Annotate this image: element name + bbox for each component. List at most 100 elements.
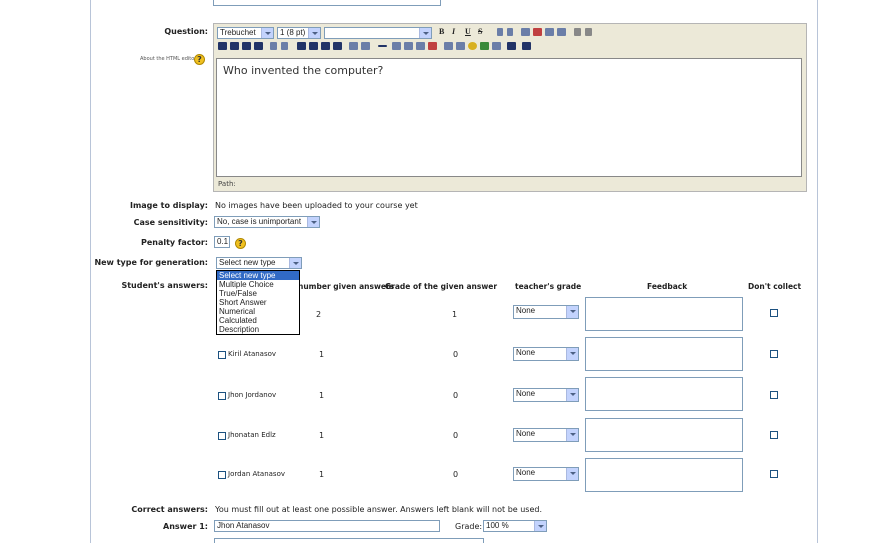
superscript-icon[interactable] — [507, 28, 513, 36]
search-replace-icon[interactable] — [492, 42, 501, 50]
grade-select[interactable]: 100 % — [483, 520, 547, 532]
chevron-down-icon — [307, 217, 319, 227]
answer1-input[interactable]: Jhon Atanasov — [214, 520, 440, 532]
justify-icon[interactable] — [254, 42, 263, 50]
type-option[interactable]: True/False — [217, 289, 299, 298]
nolink-icon[interactable] — [428, 42, 437, 50]
given-count: 2 — [316, 310, 322, 319]
correct-answers-text: You must fill out at least one possible … — [215, 505, 543, 514]
heading-select[interactable] — [324, 27, 432, 39]
image-icon[interactable] — [444, 42, 453, 50]
case-label: Case sensitivity: — [133, 218, 208, 227]
cut-icon[interactable] — [533, 28, 542, 36]
given-grade: 0 — [453, 431, 459, 440]
chevron-down-icon — [566, 306, 578, 318]
student-checkbox[interactable] — [218, 432, 226, 440]
new-type-dropdown-list: Select new type Multiple Choice True/Fal… — [216, 270, 300, 335]
student-name: Jhonatan Edlz — [228, 431, 276, 439]
text-color-icon[interactable] — [349, 42, 358, 50]
type-option[interactable]: Multiple Choice — [217, 280, 299, 289]
fullscreen-icon[interactable] — [522, 42, 531, 50]
question-text: Who invented the computer? — [223, 64, 384, 77]
student-checkbox[interactable] — [218, 392, 226, 400]
paste-icon[interactable] — [545, 28, 554, 36]
feedback-textarea[interactable] — [585, 297, 743, 331]
given-count: 1 — [319, 431, 325, 440]
align-center-icon[interactable] — [230, 42, 239, 50]
penalty-input[interactable]: 0.1 — [214, 236, 230, 248]
dont-collect-checkbox[interactable] — [770, 470, 778, 478]
teacher-grade-select[interactable]: None — [513, 347, 579, 361]
italic-button[interactable]: I — [452, 27, 455, 36]
teacher-grade-select[interactable]: None — [513, 428, 579, 442]
feedback-textarea[interactable] — [585, 377, 743, 411]
about-editor-link[interactable]: About the HTML editor — [140, 56, 196, 62]
student-checkbox[interactable] — [218, 471, 226, 479]
given-grade: 0 — [453, 470, 459, 479]
rtl-icon[interactable] — [281, 42, 288, 50]
new-type-label: New type for generation: — [94, 258, 208, 267]
strike-button[interactable]: S — [478, 27, 482, 36]
dont-collect-checkbox[interactable] — [770, 309, 778, 317]
type-option[interactable]: Calculated — [217, 316, 299, 325]
html-editor: Trebuchet 1 (8 pt) B I U S Who invented … — [213, 23, 807, 192]
feedback-textarea[interactable] — [585, 418, 743, 452]
bg-color-icon[interactable] — [361, 42, 370, 50]
ordered-list-icon[interactable] — [297, 42, 306, 50]
given-count: 1 — [319, 350, 325, 359]
editor-content[interactable]: Who invented the computer? — [216, 58, 802, 177]
copy-icon[interactable] — [521, 28, 530, 36]
type-option[interactable]: Description — [217, 325, 299, 334]
ltr-icon[interactable] — [270, 42, 277, 50]
given-grade: 0 — [453, 391, 459, 400]
case-select[interactable]: No, case is unimportant — [214, 216, 320, 228]
indent-icon[interactable] — [333, 42, 342, 50]
partial-top-field[interactable] — [213, 0, 441, 6]
html-source-icon[interactable] — [507, 42, 516, 50]
dont-collect-checkbox[interactable] — [770, 391, 778, 399]
given-count: 1 — [319, 470, 325, 479]
dont-collect-checkbox[interactable] — [770, 431, 778, 439]
bold-button[interactable]: B — [439, 27, 444, 36]
smiley-icon[interactable] — [468, 42, 477, 50]
student-checkbox[interactable] — [218, 351, 226, 359]
chevron-down-icon — [534, 521, 546, 531]
table-icon[interactable] — [456, 42, 465, 50]
editor-toolbar: Trebuchet 1 (8 pt) B I U S — [214, 24, 806, 58]
partial-bottom-field[interactable] — [214, 538, 484, 543]
given-grade: 1 — [452, 310, 458, 319]
align-right-icon[interactable] — [242, 42, 251, 50]
student-name: Kiril Atanasov — [228, 350, 277, 358]
type-option[interactable]: Select new type — [217, 271, 299, 280]
special-char-icon[interactable] — [480, 42, 489, 50]
teacher-grade-select[interactable]: None — [513, 305, 579, 319]
outdent-icon[interactable] — [321, 42, 330, 50]
answer1-label: Answer 1: — [163, 522, 208, 531]
unlink-icon[interactable] — [416, 42, 425, 50]
chevron-down-icon — [566, 429, 578, 441]
dont-collect-checkbox[interactable] — [770, 350, 778, 358]
link-icon[interactable] — [404, 42, 413, 50]
editor-path: Path: — [218, 180, 236, 188]
feedback-textarea[interactable] — [585, 337, 743, 371]
hr-icon[interactable] — [378, 45, 387, 47]
underline-button[interactable]: U — [465, 27, 471, 36]
anchor-icon[interactable] — [392, 42, 401, 50]
redo-icon[interactable] — [585, 28, 592, 36]
teacher-grade-select[interactable]: None — [513, 388, 579, 402]
header-number-given: number given answers — [298, 282, 395, 291]
new-type-select[interactable]: Select new type — [216, 257, 302, 269]
subscript-icon[interactable] — [497, 28, 503, 36]
align-left-icon[interactable] — [218, 42, 227, 50]
feedback-textarea[interactable] — [585, 458, 743, 492]
chevron-down-icon — [289, 258, 301, 268]
type-option[interactable]: Numerical — [217, 307, 299, 316]
help-icon[interactable]: ? — [194, 54, 205, 65]
help-icon[interactable]: ? — [235, 238, 246, 249]
unordered-list-icon[interactable] — [309, 42, 318, 50]
students-answers-label: Student's answers: — [121, 281, 208, 290]
type-option[interactable]: Short Answer — [217, 298, 299, 307]
clean-icon[interactable] — [557, 28, 566, 36]
undo-icon[interactable] — [574, 28, 581, 36]
teacher-grade-select[interactable]: None — [513, 467, 579, 481]
